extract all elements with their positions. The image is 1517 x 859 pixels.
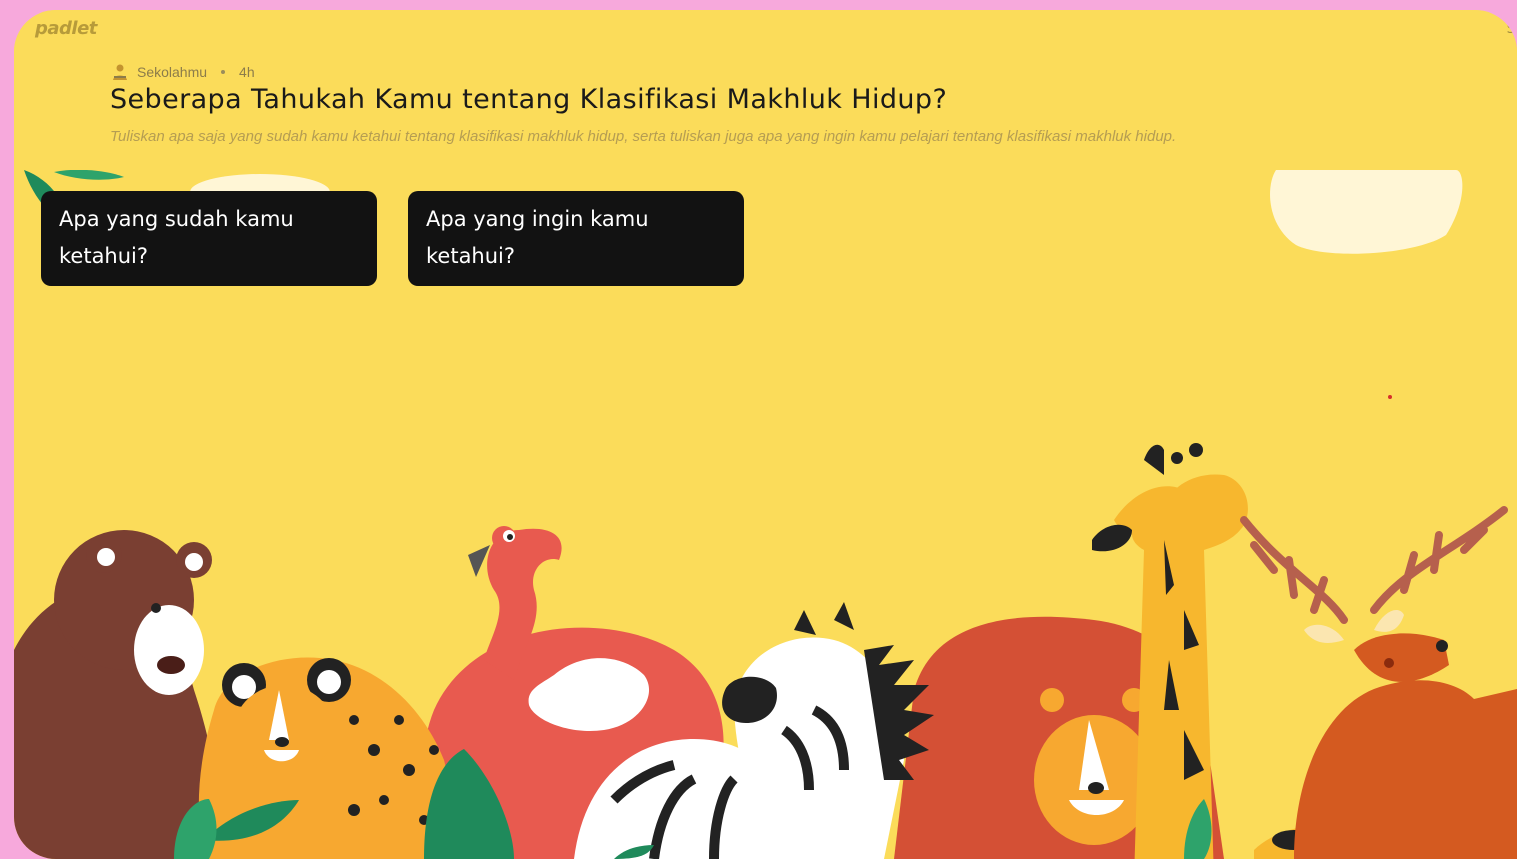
board-title: Seberapa Tahukah Kamu tentang Klasifikas… [110,84,948,115]
cloud [1270,170,1463,254]
padlet-logo[interactable]: padlet [35,18,97,39]
post-meta: Sekolahmu 4h [111,63,255,81]
flamingo-beak [468,545,490,577]
separator-dot [221,70,226,74]
board-header: padlet S Sekolahmu 4h Seberapa Tahukah K… [14,10,1517,170]
padlet-board: padlet S Sekolahmu 4h Seberapa Tahukah K… [14,10,1517,859]
board-description: Tuliskan apa saja yang sudah kamu ketahu… [110,128,1177,145]
header-corner-text[interactable]: S [1507,22,1515,37]
leaf [54,169,124,180]
author-name[interactable]: Sekolahmu [137,64,207,80]
column-header-want-to-know[interactable]: Apa yang ingin kamu ketahui? [408,191,744,286]
author-avatar-icon [111,63,129,81]
deer [1294,680,1517,859]
post-time: 4h [239,64,255,80]
column-header-known[interactable]: Apa yang sudah kamu ketahui? [41,191,377,286]
